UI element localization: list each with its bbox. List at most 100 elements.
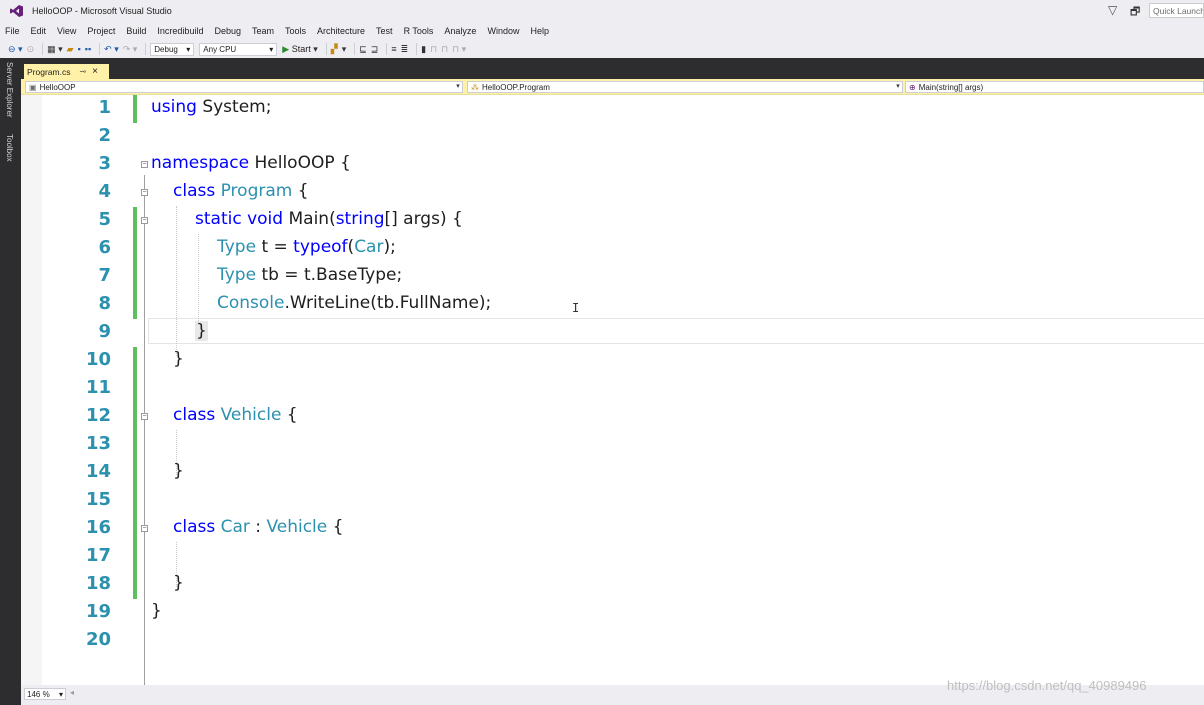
solution-platform-select[interactable]: Any CPU ▾ bbox=[199, 42, 278, 56]
line-number: 1 bbox=[98, 97, 111, 118]
notifications-icon[interactable]: 🗗 bbox=[1130, 3, 1140, 22]
code-editor[interactable]: 1 using System; 2 3 − namespace HelloOOP… bbox=[21, 95, 1204, 701]
pin-icon[interactable]: ⊸ bbox=[79, 67, 86, 76]
type-dropdown[interactable]: ⁂ HelloOOP.Program ▾ bbox=[467, 81, 903, 93]
menu-bar: File Edit View Project Build Incredibuil… bbox=[0, 22, 1100, 39]
feedback-filter-icon[interactable]: ▽ bbox=[1108, 3, 1117, 17]
csharp-project-icon: ▣ bbox=[29, 82, 37, 92]
start-debug-button[interactable]: ▶ Start ▾ bbox=[282, 44, 317, 55]
zoom-level-select[interactable]: 146 % ▾ bbox=[24, 688, 66, 700]
save-all-icon[interactable]: ▪▪ bbox=[85, 44, 91, 54]
toolbar-options-icon[interactable]: ▾ bbox=[342, 44, 347, 55]
code-line[interactable]: 6 Type t = typeof(Car); bbox=[21, 235, 1204, 263]
code-line[interactable]: 17 bbox=[21, 543, 1204, 571]
code-text: namespace HelloOOP { bbox=[151, 153, 351, 173]
comment-lines-icon[interactable]: ≡ bbox=[391, 44, 396, 54]
menu-analyze[interactable]: Analyze bbox=[444, 26, 476, 36]
change-marker bbox=[133, 347, 137, 375]
menu-help[interactable]: Help bbox=[530, 26, 549, 36]
step-over-icon[interactable]: ⊒ bbox=[371, 44, 379, 55]
menu-architecture[interactable]: Architecture bbox=[317, 26, 365, 36]
toolbox-tab[interactable]: Toolbox bbox=[5, 134, 14, 162]
collapse-toggle-icon[interactable]: − bbox=[141, 413, 148, 420]
code-line[interactable]: 9 } bbox=[21, 319, 1204, 347]
code-line[interactable]: 15 bbox=[21, 487, 1204, 515]
code-text: } bbox=[151, 601, 162, 621]
chevron-down-icon: ▾ bbox=[896, 83, 900, 90]
member-dropdown[interactable]: ⊕ Main(string[] args) bbox=[905, 81, 1204, 93]
scroll-left-icon[interactable]: ◂ bbox=[70, 688, 74, 697]
window-title: HelloOOP - Microsoft Visual Studio bbox=[32, 6, 172, 16]
save-icon[interactable]: ▪ bbox=[78, 44, 81, 54]
browser-link-icon[interactable]: ▞ bbox=[331, 44, 338, 55]
menu-tools[interactable]: Tools bbox=[285, 26, 306, 36]
menu-test[interactable]: Test bbox=[376, 26, 393, 36]
next-bookmark-icon[interactable]: ⊓ bbox=[441, 44, 448, 55]
close-icon[interactable]: × bbox=[92, 66, 98, 77]
code-text: class Program { bbox=[173, 181, 309, 201]
code-line[interactable]: 13 bbox=[21, 431, 1204, 459]
toolbar-separator bbox=[416, 43, 418, 55]
redo-icon[interactable]: ↷ ▾ bbox=[123, 44, 138, 55]
toolbar-separator bbox=[42, 43, 44, 55]
collapse-toggle-icon[interactable]: − bbox=[141, 189, 148, 196]
code-line[interactable]: 12 − class Vehicle { bbox=[21, 403, 1204, 431]
menu-project[interactable]: Project bbox=[87, 26, 115, 36]
collapse-toggle-icon[interactable]: − bbox=[141, 525, 148, 532]
code-line[interactable]: 19 } bbox=[21, 599, 1204, 627]
menu-debug[interactable]: Debug bbox=[214, 26, 241, 36]
collapse-toggle-icon[interactable]: − bbox=[141, 161, 148, 168]
code-line[interactable]: 11 bbox=[21, 375, 1204, 403]
toolbar-separator bbox=[145, 43, 147, 55]
server-explorer-tab[interactable]: Server Explorer bbox=[5, 62, 14, 118]
navigate-back-icon[interactable]: ⊖ ▾ bbox=[8, 44, 23, 55]
new-project-icon[interactable]: ▦ ▾ bbox=[47, 44, 63, 55]
line-number: 7 bbox=[98, 265, 111, 286]
code-text: } bbox=[173, 349, 184, 369]
line-number: 10 bbox=[85, 349, 111, 370]
change-marker bbox=[133, 291, 137, 319]
menu-window[interactable]: Window bbox=[487, 26, 519, 36]
bookmark-icon[interactable]: ▮ bbox=[421, 44, 426, 55]
uncomment-lines-icon[interactable]: ≣ bbox=[401, 44, 409, 55]
tab-program-cs[interactable]: Program.cs ⊸ × bbox=[24, 64, 109, 79]
menu-file[interactable]: File bbox=[5, 26, 20, 36]
line-number: 5 bbox=[98, 209, 111, 230]
code-line[interactable]: 16 − class Car : Vehicle { bbox=[21, 515, 1204, 543]
menu-incredibuild[interactable]: Incredibuild bbox=[157, 26, 203, 36]
prev-bookmark-icon[interactable]: ⊓ bbox=[430, 44, 437, 55]
navigate-forward-icon[interactable]: ⊙ bbox=[27, 44, 35, 55]
undo-icon[interactable]: ↶ ▾ bbox=[104, 44, 119, 55]
side-tool-strip: Server Explorer Toolbox bbox=[0, 58, 21, 705]
code-line[interactable]: 20 bbox=[21, 627, 1204, 655]
change-marker bbox=[133, 459, 137, 487]
solution-configuration-select[interactable]: Debug ▾ bbox=[150, 42, 195, 56]
title-bar: HelloOOP - Microsoft Visual Studio ▽ 🗗 Q… bbox=[0, 0, 1204, 22]
code-line[interactable]: 4 − class Program { bbox=[21, 179, 1204, 207]
code-line[interactable]: 2 bbox=[21, 123, 1204, 151]
line-number: 6 bbox=[98, 237, 111, 258]
change-marker bbox=[133, 375, 137, 403]
tab-label: Program.cs bbox=[27, 66, 71, 77]
code-line[interactable]: 14 } bbox=[21, 459, 1204, 487]
code-line[interactable]: 8 Console.WriteLine(tb.FullName); bbox=[21, 291, 1204, 319]
code-line[interactable]: 5 − static void Main(string[] args) { bbox=[21, 207, 1204, 235]
step-into-icon[interactable]: ⊑ bbox=[359, 44, 367, 55]
menu-team[interactable]: Team bbox=[252, 26, 274, 36]
quick-launch-input[interactable]: Quick Launch bbox=[1149, 3, 1204, 18]
code-line[interactable]: 3 − namespace HelloOOP { bbox=[21, 151, 1204, 179]
code-line[interactable]: 10 } bbox=[21, 347, 1204, 375]
clear-bookmarks-icon[interactable]: ⊓ ▾ bbox=[452, 44, 466, 55]
code-line[interactable]: 7 Type tb = t.BaseType; bbox=[21, 263, 1204, 291]
code-line[interactable]: 1 using System; bbox=[21, 95, 1204, 123]
line-number: 14 bbox=[85, 461, 111, 482]
menu-build[interactable]: Build bbox=[126, 26, 146, 36]
collapse-toggle-icon[interactable]: − bbox=[141, 217, 148, 224]
menu-view[interactable]: View bbox=[57, 26, 76, 36]
open-file-icon[interactable]: ▰ bbox=[67, 44, 74, 55]
chevron-down-icon: ▾ bbox=[186, 44, 191, 54]
project-dropdown[interactable]: ▣ HelloOOP ▾ bbox=[25, 81, 463, 93]
code-line[interactable]: 18 } bbox=[21, 571, 1204, 599]
menu-r-tools[interactable]: R Tools bbox=[404, 26, 434, 36]
menu-edit[interactable]: Edit bbox=[31, 26, 47, 36]
